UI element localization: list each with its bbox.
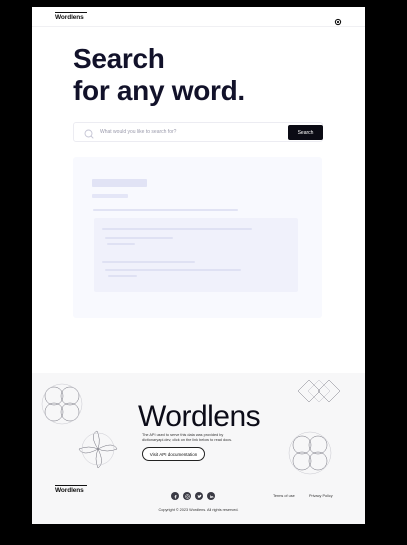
header-logo-text: Wordlens: [55, 14, 84, 21]
sun-icon[interactable]: [334, 13, 342, 26]
skeleton-line: [102, 261, 195, 263]
skeleton-line: [105, 269, 241, 271]
skeleton-line: [105, 237, 173, 239]
linkedin-icon[interactable]: [207, 492, 215, 500]
search-input[interactable]: [100, 126, 285, 138]
social-links: [171, 492, 215, 500]
header-logo[interactable]: Wordlens: [55, 12, 87, 21]
logo-bar: [55, 12, 87, 14]
hero-title-line2: for any word.: [73, 75, 245, 106]
footer: Wordlens The API used to serve this data…: [32, 373, 365, 524]
footer-description: The API used to serve this data was prov…: [142, 433, 233, 442]
terms-link[interactable]: Terms of use: [273, 494, 295, 498]
skeleton-title: [92, 179, 147, 187]
skeleton-line: [102, 228, 252, 230]
logo-bar: [55, 485, 87, 487]
header: Wordlens: [32, 7, 365, 27]
skeleton-line: [93, 209, 238, 211]
twitter-icon[interactable]: [195, 492, 203, 500]
pinwheel-pattern-icon: [78, 430, 118, 469]
search-button[interactable]: Search: [288, 125, 323, 140]
privacy-link[interactable]: Privacy Policy: [309, 494, 333, 498]
results-skeleton: [73, 157, 322, 318]
circles-pattern-icon: [41, 383, 83, 425]
search-bar: Search: [73, 122, 323, 142]
hero-title-line1: Search: [73, 43, 165, 74]
skeleton-line: [107, 243, 135, 245]
footer-brand: Wordlens: [138, 400, 261, 433]
diamonds-pattern-icon: [297, 379, 341, 403]
hero-title: Search for any word.: [73, 43, 245, 107]
facebook-icon[interactable]: [171, 492, 179, 500]
search-icon: [83, 127, 95, 139]
circles-pattern-icon: [288, 431, 332, 475]
instagram-icon[interactable]: [183, 492, 191, 500]
api-docs-button[interactable]: Visit API documentation: [142, 447, 205, 461]
skeleton-subtitle: [92, 194, 128, 198]
copyright-text: Copyright © 2023 Wordlens. All rights re…: [158, 508, 239, 512]
skeleton-inner-panel: [94, 218, 298, 292]
footer-logo-text: Wordlens: [55, 487, 84, 494]
skeleton-line: [108, 275, 137, 277]
page: Wordlens Search for any word. Search: [32, 7, 365, 524]
footer-logo[interactable]: Wordlens: [55, 485, 87, 494]
